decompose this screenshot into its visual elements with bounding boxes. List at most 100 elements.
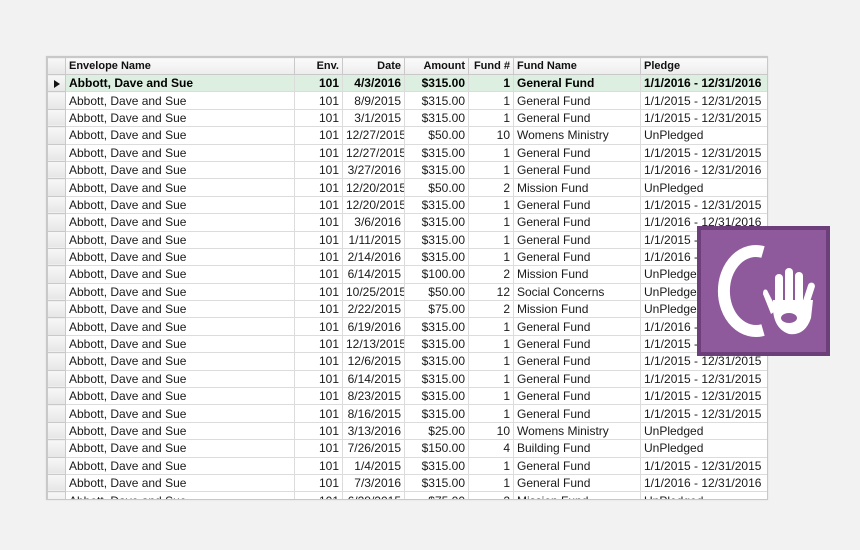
cell-env[interactable]: 101 — [294, 352, 343, 371]
cell-date[interactable]: 3/27/2016 — [342, 160, 405, 180]
cell-fund-number[interactable]: 2 — [468, 265, 514, 284]
cell-fund-number[interactable]: 1 — [468, 108, 514, 128]
table-row[interactable]: Abbott, Dave and Sue 101 3/6/2016 $315.00 1 G… — [47, 213, 767, 232]
cell-amount[interactable]: $315.00 — [404, 317, 469, 336]
row-selector[interactable] — [47, 143, 66, 162]
cell-amount[interactable]: $315.00 — [404, 143, 469, 162]
row-selector[interactable] — [47, 369, 66, 389]
row-selector-header[interactable] — [47, 57, 66, 75]
cell-fund-number[interactable]: 1 — [468, 91, 514, 110]
cell-fund-number[interactable]: 1 — [468, 160, 514, 180]
cell-envelope-name[interactable]: Abbott, Dave and Sue — [65, 195, 295, 215]
cell-env[interactable]: 101 — [294, 195, 343, 215]
cell-pledge[interactable]: 1/1/2015 - 12/31/2015 — [640, 143, 767, 162]
cell-env[interactable]: 101 — [294, 491, 343, 499]
cell-pledge[interactable]: 1/1/2015 - 12/31/2015 — [640, 91, 767, 110]
cell-envelope-name[interactable]: Abbott, Dave and Sue — [65, 108, 295, 128]
cell-amount[interactable]: $315.00 — [404, 352, 469, 371]
cell-fund-number[interactable]: 4 — [468, 439, 514, 458]
cell-pledge[interactable]: UnPledged — [640, 421, 767, 441]
cell-fund-name[interactable]: Building Fund — [513, 439, 641, 458]
row-selector[interactable] — [47, 265, 66, 284]
cell-fund-name[interactable]: Mission Fund — [513, 265, 641, 284]
row-selector[interactable] — [47, 439, 66, 458]
cell-fund-name[interactable]: Mission Fund — [513, 491, 641, 499]
cell-fund-number[interactable]: 2 — [468, 178, 514, 197]
row-selector[interactable] — [47, 160, 66, 180]
cell-fund-name[interactable]: Womens Ministry — [513, 126, 641, 145]
table-row[interactable]: Abbott, Dave and Sue 101 8/16/2015 $315.00 1… — [47, 404, 767, 423]
row-selector[interactable] — [47, 195, 66, 215]
cell-envelope-name[interactable]: Abbott, Dave and Sue — [65, 421, 295, 441]
cell-pledge[interactable]: 1/1/2016 - 12/31/2016 — [640, 73, 767, 93]
row-selector[interactable] — [47, 317, 66, 336]
cell-fund-number[interactable]: 2 — [468, 300, 514, 319]
cell-envelope-name[interactable]: Abbott, Dave and Sue — [65, 213, 295, 232]
row-selector[interactable] — [47, 213, 66, 232]
cell-date[interactable]: 3/6/2016 — [342, 213, 405, 232]
cell-amount[interactable]: $315.00 — [404, 247, 469, 267]
row-selector[interactable] — [47, 300, 66, 319]
cell-date[interactable]: 4/3/2016 — [342, 73, 405, 93]
cell-fund-name[interactable]: General Fund — [513, 230, 641, 249]
cell-fund-number[interactable]: 1 — [468, 195, 514, 215]
cell-amount[interactable]: $315.00 — [404, 404, 469, 423]
table-row[interactable]: Abbott, Dave and Sue 101 6/14/2015 $100.00 2… — [47, 265, 767, 284]
table-row[interactable]: Abbott, Dave and Sue1016/28/2015$75.002M… — [47, 491, 767, 499]
cell-date[interactable]: 1/11/2015 — [342, 230, 405, 249]
row-selector[interactable] — [47, 473, 66, 493]
cell-date[interactable]: 1/4/2015 — [342, 456, 405, 475]
cell-env[interactable]: 101 — [294, 178, 343, 197]
cell-pledge[interactable]: UnPledged — [640, 491, 767, 499]
cell-env[interactable]: 101 — [294, 300, 343, 319]
cell-date[interactable]: 12/6/2015 — [342, 352, 405, 371]
cell-date[interactable]: 8/9/2015 — [342, 91, 405, 110]
cell-fund-name[interactable]: General Fund — [513, 317, 641, 336]
column-header-fund-number[interactable]: Fund # — [468, 57, 514, 75]
cell-date[interactable]: 2/14/2016 — [342, 247, 405, 267]
cell-fund-name[interactable]: General Fund — [513, 456, 641, 475]
cell-fund-name[interactable]: General Fund — [513, 73, 641, 93]
cell-amount[interactable]: $315.00 — [404, 195, 469, 215]
table-row[interactable]: Abbott, Dave and Sue 101 1/11/2015 $315.00 1… — [47, 230, 767, 249]
cell-date[interactable]: 7/26/2015 — [342, 439, 405, 458]
table-row[interactable]: Abbott, Dave and Sue 101 12/6/2015 $315.00 1… — [47, 352, 767, 371]
cell-fund-number[interactable]: 1 — [468, 404, 514, 423]
cell-pledge[interactable]: 1/1/2016 - 12/31/2016 — [640, 473, 767, 493]
row-selector[interactable] — [47, 491, 66, 499]
cell-date[interactable]: 12/27/2015 — [342, 143, 405, 162]
cell-amount[interactable]: $50.00 — [404, 282, 469, 302]
table-row[interactable]: Abbott, Dave and Sue 101 3/1/2015 $315.00 1 G… — [47, 108, 767, 128]
cell-amount[interactable]: $100.00 — [404, 265, 469, 284]
cell-pledge[interactable]: UnPledged — [640, 178, 767, 197]
row-selector[interactable] — [47, 230, 66, 249]
cell-envelope-name[interactable]: Abbott, Dave and Sue — [65, 265, 295, 284]
table-row[interactable]: Abbott, Dave and Sue 101 6/19/2016 $315.00 1… — [47, 317, 767, 336]
table-row[interactable]: Abbott, Dave and Sue 101 10/25/2015 $50.00 1… — [47, 282, 767, 302]
cell-envelope-name[interactable]: Abbott, Dave and Sue — [65, 473, 295, 493]
cell-amount[interactable]: $50.00 — [404, 126, 469, 145]
cell-date[interactable]: 12/27/2015 — [342, 126, 405, 145]
row-selector[interactable] — [47, 334, 66, 354]
cell-env[interactable]: 101 — [294, 126, 343, 145]
cell-fund-number[interactable]: 1 — [468, 387, 514, 406]
cell-envelope-name[interactable]: Abbott, Dave and Sue — [65, 247, 295, 267]
cell-env[interactable]: 101 — [294, 421, 343, 441]
table-row[interactable]: Abbott, Dave and Sue 101 6/14/2015 $315.00 1… — [47, 369, 767, 389]
row-selector[interactable] — [47, 352, 66, 371]
column-header-envelope-name[interactable]: Envelope Name — [65, 57, 295, 75]
cell-fund-number[interactable]: 1 — [468, 369, 514, 389]
cell-pledge[interactable]: 1/1/2016 - 12/31/2016 — [640, 160, 767, 180]
cell-envelope-name[interactable]: Abbott, Dave and Sue — [65, 230, 295, 249]
cell-envelope-name[interactable]: Abbott, Dave and Sue — [65, 91, 295, 110]
cell-date[interactable]: 3/1/2015 — [342, 108, 405, 128]
cell-date[interactable]: 6/19/2016 — [342, 317, 405, 336]
cell-envelope-name[interactable]: Abbott, Dave and Sue — [65, 178, 295, 197]
column-header-amount[interactable]: Amount — [404, 57, 469, 75]
cell-fund-name[interactable]: Mission Fund — [513, 178, 641, 197]
row-selector[interactable] — [47, 247, 66, 267]
cell-fund-number[interactable]: 1 — [468, 456, 514, 475]
cell-envelope-name[interactable]: Abbott, Dave and Sue — [65, 491, 295, 499]
cell-date[interactable]: 12/20/2015 — [342, 195, 405, 215]
table-row[interactable]: Abbott, Dave and Sue 101 7/26/2015 $150.00 4… — [47, 439, 767, 458]
